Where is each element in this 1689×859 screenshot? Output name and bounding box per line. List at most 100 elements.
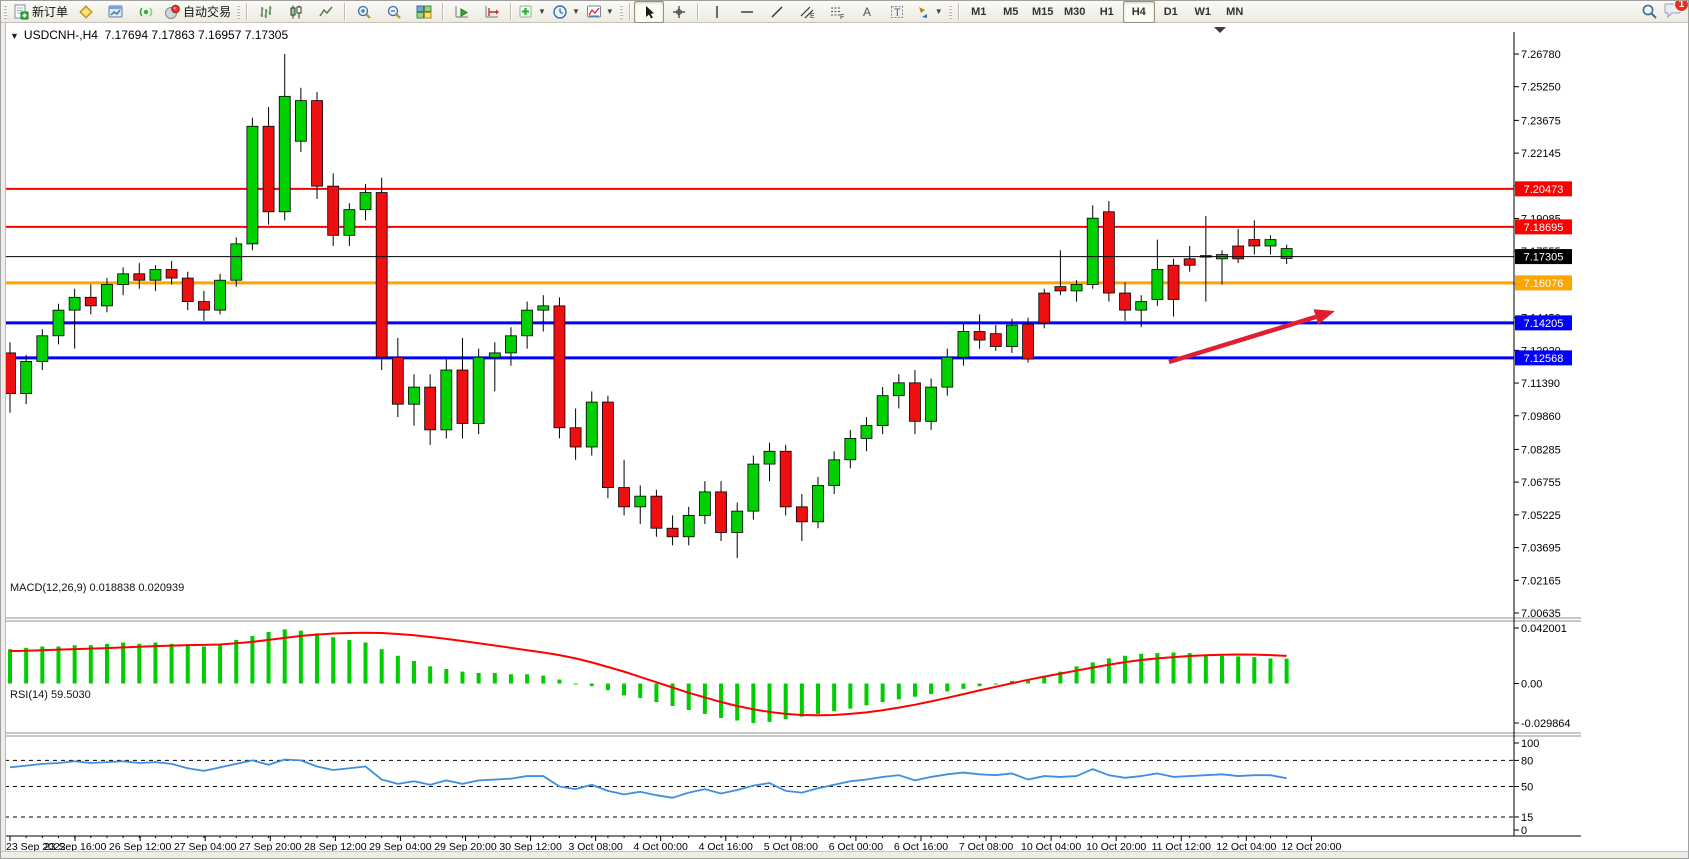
- candle: [893, 374, 904, 408]
- candle: [764, 443, 775, 481]
- market-watch-button[interactable]: [71, 1, 101, 23]
- zoom-out-button[interactable]: [379, 1, 409, 23]
- horizontal-line-icon: [739, 4, 755, 20]
- candle: [748, 456, 759, 520]
- equidistant-channel-icon: E: [799, 4, 815, 20]
- candle: [166, 261, 177, 285]
- template-icon: [586, 4, 602, 20]
- navigator-button[interactable]: [101, 1, 131, 23]
- candle: [1249, 220, 1260, 254]
- svg-text:T: T: [894, 7, 901, 19]
- timeframe-button-h1[interactable]: H1: [1091, 1, 1123, 23]
- candle: [441, 359, 452, 438]
- line-chart-button[interactable]: [311, 1, 341, 23]
- svg-text:F: F: [840, 14, 844, 20]
- candle: [909, 370, 920, 434]
- svg-text:7.11390: 7.11390: [1521, 378, 1560, 390]
- candle: [586, 391, 597, 455]
- candle: [716, 481, 727, 541]
- timeframe-strip: M1M5M15M30H1H4D1W1MN: [963, 1, 1251, 23]
- toolbar-grip[interactable]: [236, 4, 241, 20]
- search-icon[interactable]: [1641, 3, 1658, 20]
- candle: [1023, 318, 1034, 363]
- svg-text:0: 0: [1521, 825, 1527, 837]
- toolbar-grip[interactable]: [619, 4, 624, 20]
- arrows-button[interactable]: ▼: [912, 1, 946, 23]
- candle: [69, 289, 80, 349]
- candle: [150, 265, 161, 291]
- candle: [926, 379, 937, 430]
- timeframe-button-m30[interactable]: M30: [1059, 1, 1091, 23]
- symbol-label: USDCNH-,H4: [24, 28, 98, 42]
- candle: [1152, 240, 1163, 306]
- candle: [457, 338, 468, 438]
- macd-pane: 0.0420010.00-0.029864: [8, 623, 1571, 730]
- fibonacci-button[interactable]: F: [822, 1, 852, 23]
- svg-text:7.17305: 7.17305: [1524, 252, 1564, 264]
- market-watch-icon: [78, 4, 94, 20]
- timeframe-button-m15[interactable]: M15: [1027, 1, 1059, 23]
- cursor-button[interactable]: [634, 1, 664, 23]
- price-badge: 7.16076: [1515, 275, 1572, 290]
- line-chart-icon: [318, 4, 334, 20]
- chevron-down-icon[interactable]: ▼: [10, 31, 19, 41]
- vertical-line-button[interactable]: [702, 1, 732, 23]
- candle: [974, 314, 985, 348]
- bar-chart-icon: [258, 4, 274, 20]
- navigator-icon: [108, 4, 124, 20]
- candlestick-chart-button[interactable]: [281, 1, 311, 23]
- autotrading-button[interactable]: 自动交易: [161, 1, 234, 23]
- chart-shift-marker[interactable]: [1214, 27, 1226, 33]
- auto-scroll-button[interactable]: [447, 1, 477, 23]
- indicators-button[interactable]: ▼: [515, 1, 549, 23]
- crosshair-button[interactable]: [664, 1, 694, 23]
- timeframe-button-m5[interactable]: M5: [995, 1, 1027, 23]
- svg-text:7.03695: 7.03695: [1521, 543, 1561, 555]
- svg-text:7.18695: 7.18695: [1524, 222, 1564, 234]
- tile-windows-button[interactable]: [409, 1, 439, 23]
- candle: [473, 349, 484, 435]
- bar-chart-button[interactable]: [251, 1, 281, 23]
- svg-text:0.00: 0.00: [1521, 679, 1542, 691]
- candle: [5, 342, 16, 413]
- timeframe-button-mn[interactable]: MN: [1219, 1, 1251, 23]
- candle: [990, 325, 1001, 351]
- cursor-icon: [641, 4, 657, 20]
- new-order-button[interactable]: 新订单: [10, 1, 71, 23]
- chart-canvas: 7.267807.252507.236757.221457.206157.190…: [1, 1, 1689, 859]
- zoom-in-button[interactable]: [349, 1, 379, 23]
- svg-text:7.26780: 7.26780: [1521, 49, 1561, 61]
- text-label-icon: T: [889, 4, 905, 20]
- timeframe-button-m1[interactable]: M1: [963, 1, 995, 23]
- candle: [942, 349, 953, 396]
- price-badge: 7.18695: [1515, 219, 1572, 234]
- notifications-button[interactable]: 1: [1664, 1, 1682, 23]
- svg-text:7.12568: 7.12568: [1524, 353, 1564, 365]
- trendline-icon: [769, 4, 785, 20]
- toolbar-grip[interactable]: [948, 4, 953, 20]
- periods-button[interactable]: ▼: [549, 1, 583, 23]
- svg-text:15: 15: [1521, 812, 1533, 824]
- price-badge: 7.14205: [1515, 315, 1572, 330]
- toolbar-grip[interactable]: [3, 4, 8, 20]
- svg-text:7.05225: 7.05225: [1521, 510, 1561, 522]
- equidistant-channel-button[interactable]: E: [792, 1, 822, 23]
- rsi-pane: 1008050150: [5, 738, 1539, 837]
- svg-text:100: 100: [1521, 738, 1539, 750]
- templates-button[interactable]: ▼: [583, 1, 617, 23]
- candle: [522, 302, 533, 349]
- candle: [877, 387, 888, 434]
- trendline-button[interactable]: [762, 1, 792, 23]
- horizontal-line-button[interactable]: [732, 1, 762, 23]
- text-label-button[interactable]: T: [882, 1, 912, 23]
- candle: [489, 342, 500, 391]
- text-button[interactable]: A: [852, 1, 882, 23]
- signals-button[interactable]: [131, 1, 161, 23]
- candle: [667, 515, 678, 545]
- rsi-line: [10, 760, 1287, 798]
- candle: [602, 396, 613, 499]
- timeframe-button-h4[interactable]: H4: [1123, 1, 1155, 23]
- timeframe-button-d1[interactable]: D1: [1155, 1, 1187, 23]
- timeframe-button-w1[interactable]: W1: [1187, 1, 1219, 23]
- chart-shift-button[interactable]: [477, 1, 507, 23]
